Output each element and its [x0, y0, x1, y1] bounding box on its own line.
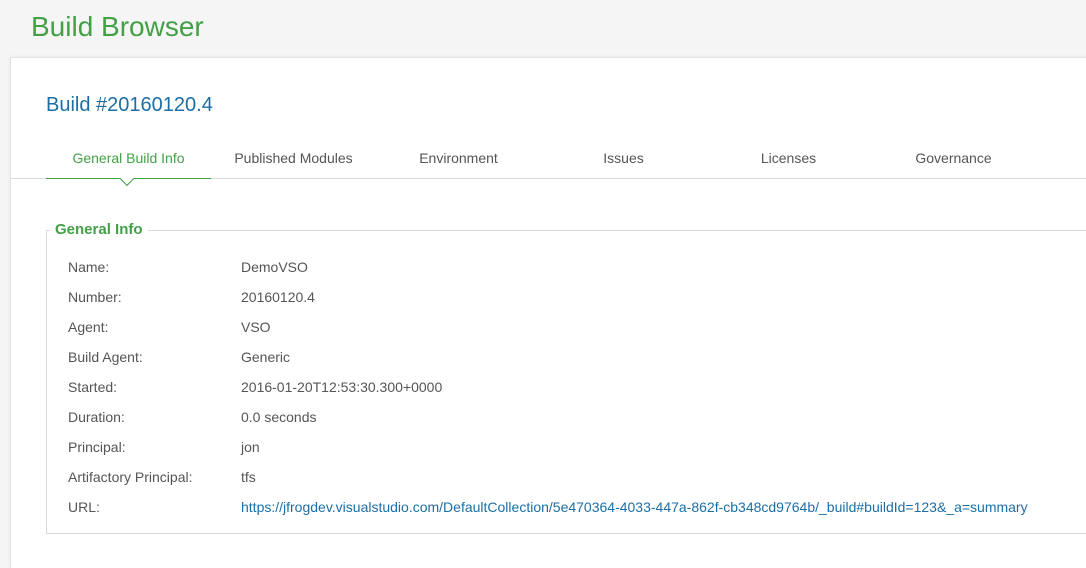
info-value: DemoVSO: [241, 259, 308, 275]
tab-label: Environment: [419, 150, 498, 166]
tab-licenses[interactable]: Licenses: [706, 138, 871, 178]
tab-label: Published Modules: [234, 150, 353, 166]
tab-governance[interactable]: Governance: [871, 138, 1036, 178]
info-value: VSO: [241, 319, 271, 335]
info-value: Generic: [241, 349, 291, 365]
tab-issues[interactable]: Issues: [541, 138, 706, 178]
tab-environment[interactable]: Environment: [376, 138, 541, 178]
build-details-panel: Build #20160120.4 General Build Info Pub…: [10, 57, 1086, 568]
section-title: General Info: [50, 219, 148, 241]
info-value: jon: [241, 439, 260, 455]
info-label: Number:: [68, 289, 122, 305]
info-value: 20160120.4: [241, 289, 315, 305]
info-value: 0.0 seconds: [241, 409, 317, 425]
tab-label: Issues: [603, 150, 644, 166]
page-header: Build Browser: [0, 0, 1086, 56]
info-label: Duration:: [68, 409, 125, 425]
build-tabs: General Build Info Published Modules Env…: [11, 138, 1086, 187]
info-label: Agent:: [68, 319, 109, 335]
info-value: tfs: [241, 469, 256, 485]
info-label: Principal:: [68, 439, 126, 455]
build-url-link[interactable]: https://jfrogdev.visualstudio.com/Defaul…: [241, 492, 1028, 522]
tab-label: Governance: [915, 150, 992, 166]
info-label: Artifactory Principal:: [68, 469, 193, 485]
info-label: URL:: [68, 499, 100, 515]
tab-general-build-info[interactable]: General Build Info: [46, 138, 211, 187]
info-label: Name:: [68, 259, 110, 275]
tab-published-modules[interactable]: Published Modules: [211, 138, 376, 178]
info-value: 2016-01-20T12:53:30.300+0000: [241, 379, 443, 395]
general-info-section: General Info Name: DemoVSO Number: 20160…: [46, 219, 1086, 534]
active-tab-caret-icon: [119, 171, 135, 187]
app-title: Build Browser: [31, 11, 204, 42]
info-label: Build Agent:: [68, 349, 143, 365]
info-label: Started:: [68, 379, 118, 395]
build-title: Build #20160120.4: [46, 94, 213, 116]
tab-label: Licenses: [760, 150, 817, 166]
tab-label: General Build Info: [72, 150, 185, 166]
